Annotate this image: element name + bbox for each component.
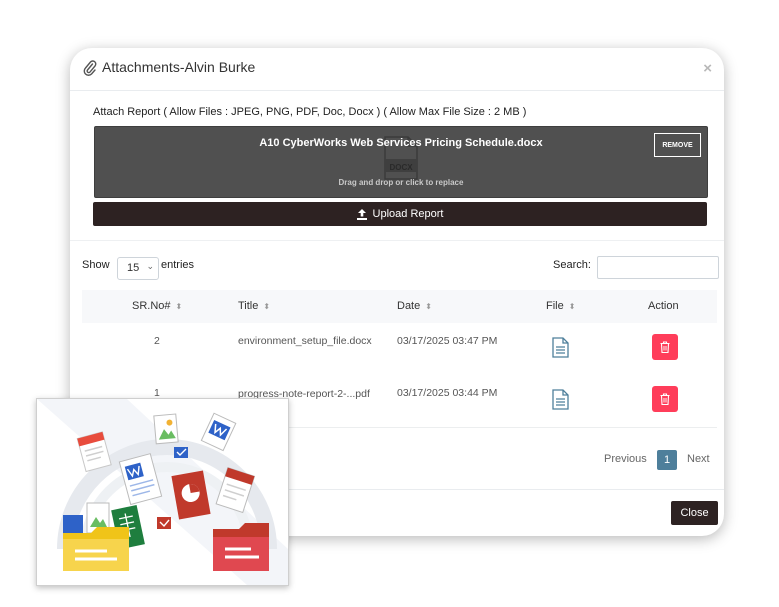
column-header-file[interactable]: File ⬍ (546, 300, 575, 312)
sort-icon: ⬍ (175, 302, 183, 311)
delete-button[interactable] (652, 386, 678, 412)
sort-icon: ⬍ (568, 302, 576, 311)
sort-icon: ⬍ (425, 302, 432, 311)
trash-icon (660, 341, 670, 353)
row-title: environment_setup_file.docx (238, 335, 372, 347)
section-divider (70, 240, 724, 241)
table-row: 2 environment_setup_file.docx 03/17/2025… (82, 323, 717, 376)
column-header-date[interactable]: Date ⬍ (397, 300, 432, 312)
document-icon[interactable] (552, 337, 569, 358)
entries-label: entries (161, 259, 195, 271)
remove-file-button[interactable]: REMOVE (654, 133, 701, 157)
row-date: 03/17/2025 03:47 PM (397, 335, 498, 347)
file-type-label: DOCX (389, 163, 413, 172)
pagination-next[interactable]: Next (687, 453, 710, 465)
show-label: Show (82, 259, 110, 271)
search-label: Search: (553, 259, 591, 271)
file-stack-illustration (36, 398, 289, 586)
delete-button[interactable] (652, 334, 678, 360)
document-icon[interactable] (552, 389, 569, 410)
close-button[interactable]: Close (671, 501, 718, 525)
file-dropzone[interactable]: A10 CyberWorks Web Services Pricing Sche… (94, 126, 708, 198)
sort-icon: ⬍ (263, 302, 271, 311)
close-icon[interactable]: × (703, 60, 712, 77)
trash-icon (660, 393, 670, 405)
selected-file-name: A10 CyberWorks Web Services Pricing Sche… (259, 137, 543, 149)
attach-report-label: Attach Report ( Allow Files : JPEG, PNG,… (93, 106, 527, 118)
column-header-title[interactable]: Title ⬍ (238, 300, 270, 312)
column-header-action: Action (648, 300, 679, 312)
dropzone-message: Drag and drop or click to replace (338, 178, 464, 187)
row-date: 03/17/2025 03:44 PM (397, 387, 498, 399)
modal-title: Attachments-Alvin Burke (102, 59, 256, 75)
file-stack-illustration-graphic (37, 399, 288, 585)
table-header: SR.No# ⬍ Title ⬍ Date ⬍ File ⬍ Action (82, 290, 717, 323)
row-srno: 2 (154, 335, 160, 347)
upload-report-label: Upload Report (372, 208, 444, 220)
pagination-previous[interactable]: Previous (604, 453, 647, 465)
column-header-srno[interactable]: SR.No# ⬍ (132, 300, 182, 312)
upload-report-button[interactable]: Upload Report (93, 202, 707, 226)
paperclip-icon (83, 60, 97, 76)
modal-header: Attachments-Alvin Burke × (70, 48, 724, 91)
pagination-page[interactable]: 1 (657, 450, 677, 470)
page-length-value: 15 (127, 262, 140, 274)
page-length-select[interactable]: 15 ⌄ (117, 257, 159, 280)
search-input[interactable] (597, 256, 719, 279)
chevron-down-icon: ⌄ (146, 261, 154, 271)
upload-icon (356, 208, 367, 220)
